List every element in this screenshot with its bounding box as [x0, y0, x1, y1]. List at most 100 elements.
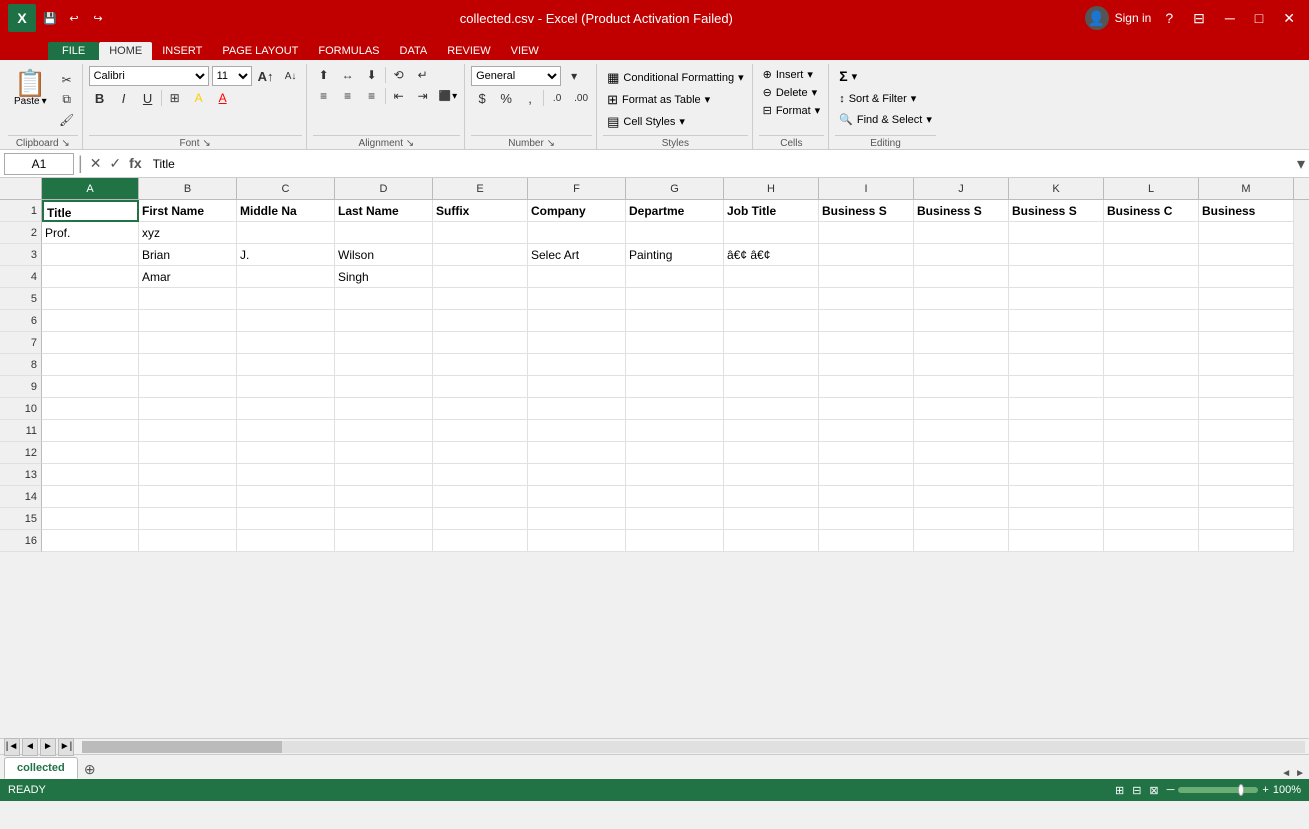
cell-L11[interactable] [1104, 420, 1199, 442]
cell-H10[interactable] [724, 398, 819, 420]
cell-A8[interactable] [42, 354, 139, 376]
zoom-slider-track[interactable] [1178, 787, 1258, 793]
comma-button[interactable]: , [519, 89, 541, 107]
cell-E6[interactable] [433, 310, 528, 332]
cell-C16[interactable] [237, 530, 335, 552]
cell-F12[interactable] [528, 442, 626, 464]
cell-J10[interactable] [914, 398, 1009, 420]
conditional-formatting-button[interactable]: ▦ Conditional Formatting ▾ [603, 68, 748, 88]
cell-H14[interactable] [724, 486, 819, 508]
cell-B14[interactable] [139, 486, 237, 508]
decrease-font-size-button[interactable]: A↓ [280, 67, 302, 85]
cell-D11[interactable] [335, 420, 433, 442]
cell-K1[interactable]: Business S [1009, 200, 1104, 222]
cell-E8[interactable] [433, 354, 528, 376]
cell-J6[interactable] [914, 310, 1009, 332]
name-box[interactable] [4, 153, 74, 175]
col-header-d[interactable]: D [335, 178, 433, 199]
cell-A14[interactable] [42, 486, 139, 508]
cell-G12[interactable] [626, 442, 724, 464]
cell-F16[interactable] [528, 530, 626, 552]
col-header-f[interactable]: F [528, 178, 626, 199]
close-button[interactable]: ✕ [1277, 8, 1301, 29]
cell-J12[interactable] [914, 442, 1009, 464]
wrap-text-button[interactable]: ↵ [412, 66, 434, 84]
cell-J15[interactable] [914, 508, 1009, 530]
row-num-16[interactable]: 16 [0, 530, 42, 552]
font-size-selector[interactable]: 11 [212, 66, 252, 86]
cell-D12[interactable] [335, 442, 433, 464]
sheet-tab-collected[interactable]: collected [4, 757, 78, 779]
align-right-button[interactable]: ≡ [361, 87, 383, 105]
cell-G1[interactable]: Departme [626, 200, 724, 222]
cell-A16[interactable] [42, 530, 139, 552]
cell-L5[interactable] [1104, 288, 1199, 310]
cell-C9[interactable] [237, 376, 335, 398]
row-num-11[interactable]: 11 [0, 420, 42, 442]
cut-button[interactable]: ✂ [56, 71, 78, 89]
cell-F3[interactable]: Selec Art [528, 244, 626, 266]
row-num-14[interactable]: 14 [0, 486, 42, 508]
cell-E2[interactable] [433, 222, 528, 244]
cell-H8[interactable] [724, 354, 819, 376]
cell-E16[interactable] [433, 530, 528, 552]
cell-M1[interactable]: Business [1199, 200, 1294, 222]
cell-J7[interactable] [914, 332, 1009, 354]
cell-G9[interactable] [626, 376, 724, 398]
cell-A7[interactable] [42, 332, 139, 354]
cell-B1[interactable]: First Name [139, 200, 237, 222]
font-color-button[interactable]: A [212, 89, 234, 107]
formula-expand-button[interactable]: ▾ [1297, 154, 1305, 174]
text-direction-button[interactable]: ⟲ [388, 66, 410, 84]
cell-B8[interactable] [139, 354, 237, 376]
row-num-12[interactable]: 12 [0, 442, 42, 464]
cell-I6[interactable] [819, 310, 914, 332]
page-break-view-icon[interactable]: ⊠ [1149, 784, 1158, 797]
zoom-out-button[interactable]: ─ [1167, 784, 1175, 796]
cell-A3[interactable] [42, 244, 139, 266]
cell-K11[interactable] [1009, 420, 1104, 442]
align-left-button[interactable]: ≡ [313, 87, 335, 105]
signin-label[interactable]: Sign in [1115, 11, 1152, 25]
cell-H13[interactable] [724, 464, 819, 486]
decrease-decimal-button[interactable]: .0 [546, 89, 568, 107]
cell-F5[interactable] [528, 288, 626, 310]
cell-J9[interactable] [914, 376, 1009, 398]
cell-H16[interactable] [724, 530, 819, 552]
cell-I11[interactable] [819, 420, 914, 442]
number-format-expand[interactable]: ▾ [563, 67, 585, 85]
cell-G8[interactable] [626, 354, 724, 376]
cell-E5[interactable] [433, 288, 528, 310]
redo-button[interactable]: ↪ [88, 8, 108, 28]
page-layout-view-icon[interactable]: ⊟ [1132, 784, 1141, 797]
cell-I8[interactable] [819, 354, 914, 376]
format-painter-button[interactable]: 🖌 [56, 111, 78, 129]
cell-J2[interactable] [914, 222, 1009, 244]
cell-M14[interactable] [1199, 486, 1294, 508]
cell-J14[interactable] [914, 486, 1009, 508]
confirm-formula-button[interactable]: ✓ [106, 155, 124, 172]
cell-L14[interactable] [1104, 486, 1199, 508]
cell-J13[interactable] [914, 464, 1009, 486]
cell-D6[interactable] [335, 310, 433, 332]
cell-B12[interactable] [139, 442, 237, 464]
cell-I3[interactable] [819, 244, 914, 266]
cell-I15[interactable] [819, 508, 914, 530]
cell-J16[interactable] [914, 530, 1009, 552]
col-header-h[interactable]: H [724, 178, 819, 199]
cell-D7[interactable] [335, 332, 433, 354]
formula-input[interactable] [149, 157, 1293, 171]
cell-A13[interactable] [42, 464, 139, 486]
cell-E7[interactable] [433, 332, 528, 354]
cell-L9[interactable] [1104, 376, 1199, 398]
cell-B13[interactable] [139, 464, 237, 486]
cell-J4[interactable] [914, 266, 1009, 288]
cell-J3[interactable] [914, 244, 1009, 266]
border-button[interactable]: ⊞ [164, 89, 186, 107]
cell-I16[interactable] [819, 530, 914, 552]
fill-color-button[interactable]: A [188, 89, 210, 107]
row-num-13[interactable]: 13 [0, 464, 42, 486]
save-button[interactable]: 💾 [40, 8, 60, 28]
cell-H3[interactable]: â€¢ â€¢ [724, 244, 819, 266]
cell-C2[interactable] [237, 222, 335, 244]
